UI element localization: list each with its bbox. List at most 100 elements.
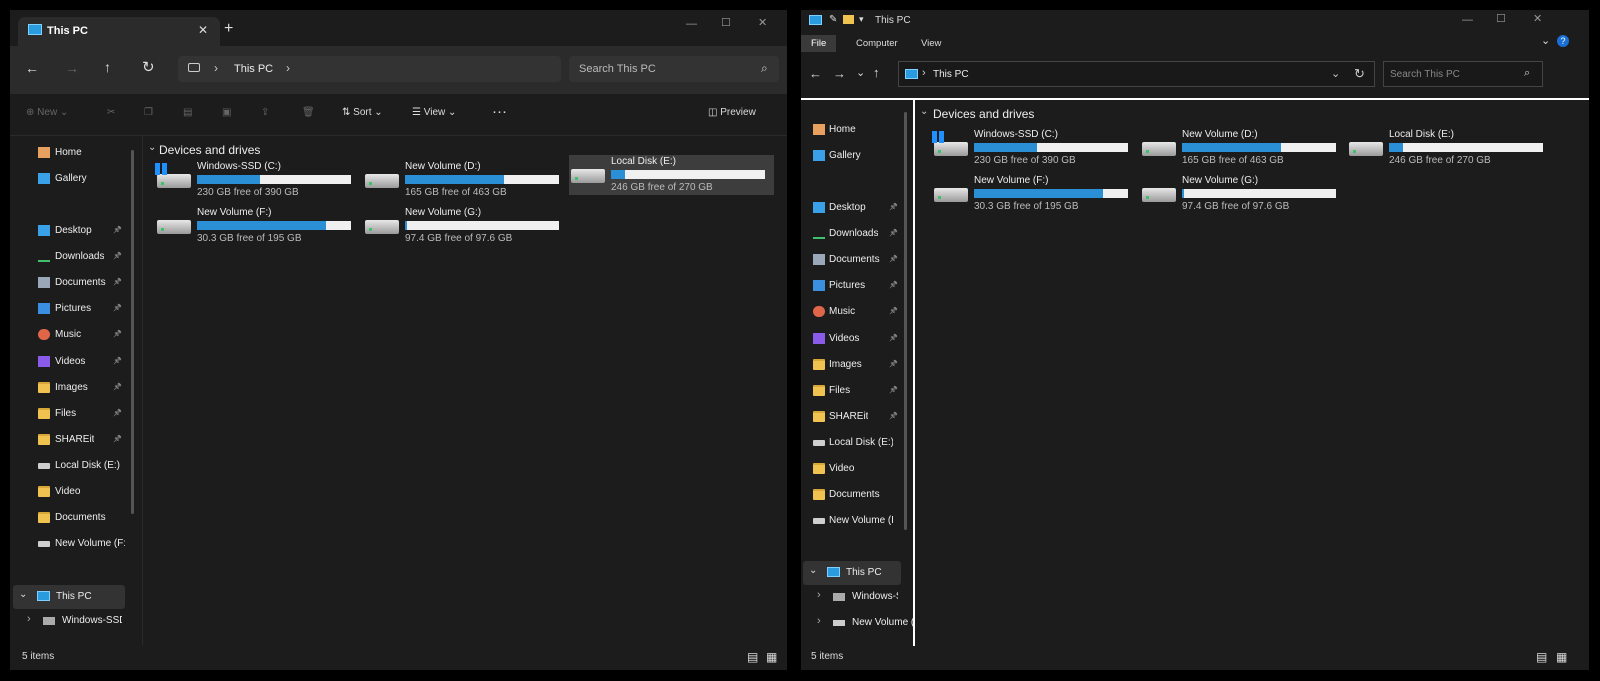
drive-tile[interactable]: New Volume (G:) 97.4 GB free of 97.6 GB: [1140, 174, 1345, 214]
nav-item-images[interactable]: Images 📌: [10, 378, 128, 398]
drive-tile[interactable]: Windows-SSD (C:) 230 GB free of 390 GB: [155, 160, 360, 200]
nav-item-home[interactable]: Home: [801, 120, 903, 140]
nav-item-new-volume-f[interactable]: New Volume (F:: [10, 534, 128, 554]
breadcrumb[interactable]: This PC: [933, 69, 969, 80]
minimize-icon[interactable]: —: [1462, 14, 1473, 26]
nav-item-videos[interactable]: Videos 📌: [801, 329, 903, 349]
breadcrumb[interactable]: This PC: [234, 63, 273, 75]
details-view-icon[interactable]: ▤: [1536, 650, 1547, 664]
nav-item-shareit[interactable]: SHAREit 📌: [10, 430, 128, 450]
nav-item-gallery[interactable]: Gallery: [801, 146, 903, 166]
drive-tile[interactable]: Windows-SSD (C:) 230 GB free of 390 GB: [932, 128, 1137, 168]
new-tab-icon[interactable]: +: [224, 20, 233, 38]
nav-item-local-disk-e[interactable]: Local Disk (E:): [10, 456, 128, 476]
help-icon[interactable]: ?: [1557, 35, 1569, 47]
drive-tile[interactable]: New Volume (G:) 97.4 GB free of 97.6 GB: [363, 206, 568, 246]
pin-icon[interactable]: 📌: [889, 360, 898, 368]
nav-item-new-volume-f[interactable]: New Volume (F:: [801, 511, 903, 531]
sort-button[interactable]: ⇅ Sort ⌄: [342, 107, 383, 118]
forward-icon[interactable]: →: [65, 60, 79, 76]
expand-chevron-icon[interactable]: ⌄: [809, 565, 817, 576]
pin-icon[interactable]: 📌: [113, 435, 122, 443]
pin-icon[interactable]: 📌: [889, 334, 898, 342]
copy-icon[interactable]: ❐: [144, 107, 153, 118]
drive-tile[interactable]: New Volume (D:) 165 GB free of 463 GB: [363, 160, 568, 200]
search-icon[interactable]: ⌕: [1524, 67, 1530, 80]
nav-item-video[interactable]: Video: [801, 459, 903, 479]
nav-item-shareit[interactable]: SHAREit 📌: [801, 407, 903, 427]
pin-icon[interactable]: 📌: [113, 383, 122, 391]
pin-icon[interactable]: 📌: [113, 226, 122, 234]
nav-item-desktop[interactable]: Desktop 📌: [10, 221, 128, 241]
nav-item-music[interactable]: Music 📌: [10, 325, 128, 345]
nav-item-documents[interactable]: Documents 📌: [801, 250, 903, 270]
search-input[interactable]: Search This PC ⌕: [1383, 61, 1543, 87]
nav-item-home[interactable]: Home: [10, 143, 128, 163]
maximize-icon[interactable]: ☐: [1496, 12, 1506, 25]
up-icon[interactable]: ↑: [873, 65, 880, 80]
group-chevron-icon[interactable]: ⌄: [920, 106, 928, 117]
pin-icon[interactable]: 📌: [889, 229, 898, 237]
nav-item-windows-ssd[interactable]: › Windows-SSD: [803, 587, 901, 607]
nav-item-gallery[interactable]: Gallery: [10, 169, 128, 189]
more-options-icon[interactable]: ···: [492, 103, 507, 120]
address-dropdown-icon[interactable]: ⌄: [1331, 67, 1340, 80]
details-view-icon[interactable]: ▤: [747, 650, 758, 664]
collapse-chevron-icon[interactable]: ›: [27, 613, 31, 625]
nav-item-documents[interactable]: Documents: [801, 485, 903, 505]
large-icons-view-icon[interactable]: ▦: [1556, 650, 1567, 664]
drive-tile[interactable]: New Volume (D:) 165 GB free of 463 GB: [1140, 128, 1345, 168]
group-chevron-icon[interactable]: ⌄: [148, 142, 156, 153]
nav-item-local-disk-e[interactable]: Local Disk (E:): [801, 433, 903, 453]
nav-item-this-pc[interactable]: ⌄ This PC: [803, 561, 901, 585]
nav-item-new-volume[interactable]: › New Volume (: [803, 613, 914, 633]
search-icon[interactable]: ⌕: [761, 61, 768, 76]
pin-icon[interactable]: 📌: [113, 278, 122, 286]
maximize-icon[interactable]: ☐: [721, 16, 731, 29]
address-bar[interactable]: › This PC ›: [178, 56, 561, 82]
nav-item-pictures[interactable]: Pictures 📌: [801, 276, 903, 296]
collapse-chevron-icon[interactable]: ›: [817, 615, 821, 627]
back-icon[interactable]: ←: [809, 66, 822, 81]
group-header[interactable]: Devices and drives: [159, 143, 260, 157]
up-icon[interactable]: ↑: [104, 59, 111, 75]
nav-item-downloads[interactable]: Downloads 📌: [10, 247, 128, 267]
pin-icon[interactable]: 📌: [113, 357, 122, 365]
back-icon[interactable]: ←: [25, 60, 39, 76]
nav-item-files[interactable]: Files 📌: [10, 404, 128, 424]
nav-item-pictures[interactable]: Pictures 📌: [10, 299, 128, 319]
tiles-view-icon[interactable]: ▦: [766, 650, 777, 664]
nav-item-downloads[interactable]: Downloads 📌: [801, 224, 903, 244]
nav-item-music[interactable]: Music 📌: [801, 302, 903, 322]
delete-icon[interactable]: 🗑: [302, 107, 315, 118]
pin-icon[interactable]: 📌: [889, 386, 898, 394]
nav-item-desktop[interactable]: Desktop 📌: [801, 198, 903, 218]
drive-tile[interactable]: Local Disk (E:) 246 GB free of 270 GB: [1347, 128, 1552, 168]
pin-icon[interactable]: 📌: [889, 412, 898, 420]
pin-icon[interactable]: 📌: [113, 304, 122, 312]
rename-icon[interactable]: ▣: [222, 107, 231, 118]
pin-icon[interactable]: 📌: [113, 330, 122, 338]
tab-close-icon[interactable]: ✕: [198, 23, 208, 37]
ribbon-expand-icon[interactable]: ⌄: [1541, 34, 1550, 47]
close-icon[interactable]: ✕: [758, 16, 767, 29]
quick-access-dropdown-icon[interactable]: ▾: [859, 14, 864, 25]
nav-item-this-pc[interactable]: ⌄ This PC: [13, 585, 125, 609]
ribbon-tab-view[interactable]: View: [911, 35, 951, 52]
ribbon-tab-computer[interactable]: Computer: [846, 35, 908, 52]
ribbon-tab-file[interactable]: File: [801, 35, 837, 52]
group-header[interactable]: Devices and drives: [933, 107, 1034, 121]
pin-icon[interactable]: 📌: [889, 307, 898, 315]
pin-icon[interactable]: 📌: [113, 252, 122, 260]
paste-icon[interactable]: ▤: [183, 107, 192, 118]
pin-icon[interactable]: 📌: [889, 255, 898, 263]
refresh-icon[interactable]: ↻: [1354, 66, 1365, 82]
drive-tile[interactable]: New Volume (F:) 30.3 GB free of 195 GB: [932, 174, 1137, 214]
preview-button[interactable]: ◫ Preview: [708, 107, 756, 118]
nav-item-videos[interactable]: Videos 📌: [10, 352, 128, 372]
nav-item-windows-ssd[interactable]: › Windows-SSD: [13, 611, 125, 631]
close-icon[interactable]: ✕: [1533, 12, 1542, 25]
new-folder-icon[interactable]: [843, 15, 854, 24]
properties-icon[interactable]: ✎: [829, 14, 837, 25]
view-button[interactable]: ☰ View ⌄: [412, 107, 456, 118]
